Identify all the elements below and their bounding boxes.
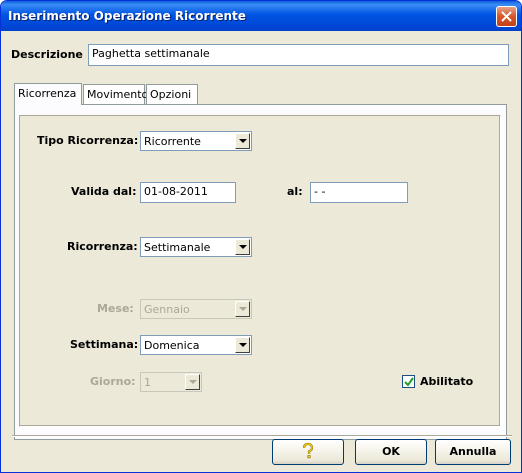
close-icon — [501, 11, 512, 22]
close-button[interactable] — [496, 6, 517, 27]
giorno-value: 1 — [144, 376, 151, 389]
ok-button[interactable]: OK — [355, 439, 427, 465]
abilitato-label[interactable]: Abilitato — [420, 375, 473, 388]
chevron-down-icon — [239, 139, 247, 143]
giorno-label: Giorno: — [90, 375, 136, 388]
footer-separator — [12, 435, 512, 437]
settimana-select[interactable]: Domenica — [140, 335, 252, 355]
tipo-ricorrenza-value: Ricorrente — [144, 135, 201, 148]
al-label: al: — [287, 185, 303, 198]
descrizione-input[interactable]: Paghetta settimanale — [88, 44, 509, 66]
chevron-down-icon — [189, 380, 197, 384]
cancel-button[interactable]: Annulla — [435, 439, 511, 465]
giorno-dropdown-button — [185, 374, 200, 390]
tab-ricorrenza[interactable]: Ricorrenza — [14, 83, 82, 105]
ricorrenza-groupbox: Tipo Ricorrenza: Ricorrente Valida dal: … — [19, 115, 501, 427]
tipo-ricorrenza-select[interactable]: Ricorrente — [140, 131, 252, 151]
tipo-ricorrenza-dropdown-button[interactable] — [235, 133, 250, 149]
ricorrenza-label: Ricorrenza: — [67, 240, 138, 253]
window-title: Inserimento Operazione Ricorrente — [8, 9, 246, 23]
al-input[interactable]: - - — [310, 182, 408, 203]
settimana-label: Settimana: — [70, 338, 139, 351]
abilitato-checkbox[interactable] — [402, 375, 415, 388]
tipo-ricorrenza-label: Tipo Ricorrenza: — [37, 134, 139, 147]
descrizione-label: Descrizione — [11, 48, 83, 61]
help-icon — [302, 442, 314, 459]
mese-value: Gennaio — [144, 303, 190, 316]
dialog-window: Inserimento Operazione Ricorrente Descri… — [0, 0, 522, 473]
settimana-value: Domenica — [144, 339, 200, 352]
settimana-dropdown-button[interactable] — [235, 337, 250, 353]
title-bar[interactable]: Inserimento Operazione Ricorrente — [1, 1, 521, 31]
valida-dal-label: Valida dal: — [71, 185, 137, 198]
ricorrenza-select[interactable]: Settimanale — [140, 237, 252, 257]
chevron-down-icon — [239, 245, 247, 249]
checkmark-icon — [404, 377, 414, 387]
dialog-client-area: Descrizione Paghetta settimanale Ricorre… — [4, 31, 518, 471]
ricorrenza-value: Settimanale — [144, 241, 211, 254]
valida-dal-input[interactable]: 01-08-2011 — [140, 182, 236, 203]
giorno-select: 1 — [140, 372, 202, 392]
help-button[interactable] — [272, 439, 344, 465]
mese-dropdown-button — [235, 301, 250, 317]
chevron-down-icon — [239, 307, 247, 311]
mese-select: Gennaio — [140, 299, 252, 319]
chevron-down-icon — [239, 343, 247, 347]
ricorrenza-dropdown-button[interactable] — [235, 239, 250, 255]
mese-label: Mese: — [97, 302, 134, 315]
tab-opzioni[interactable]: Opzioni — [146, 84, 198, 104]
tab-movimento[interactable]: Movimento — [83, 84, 148, 104]
